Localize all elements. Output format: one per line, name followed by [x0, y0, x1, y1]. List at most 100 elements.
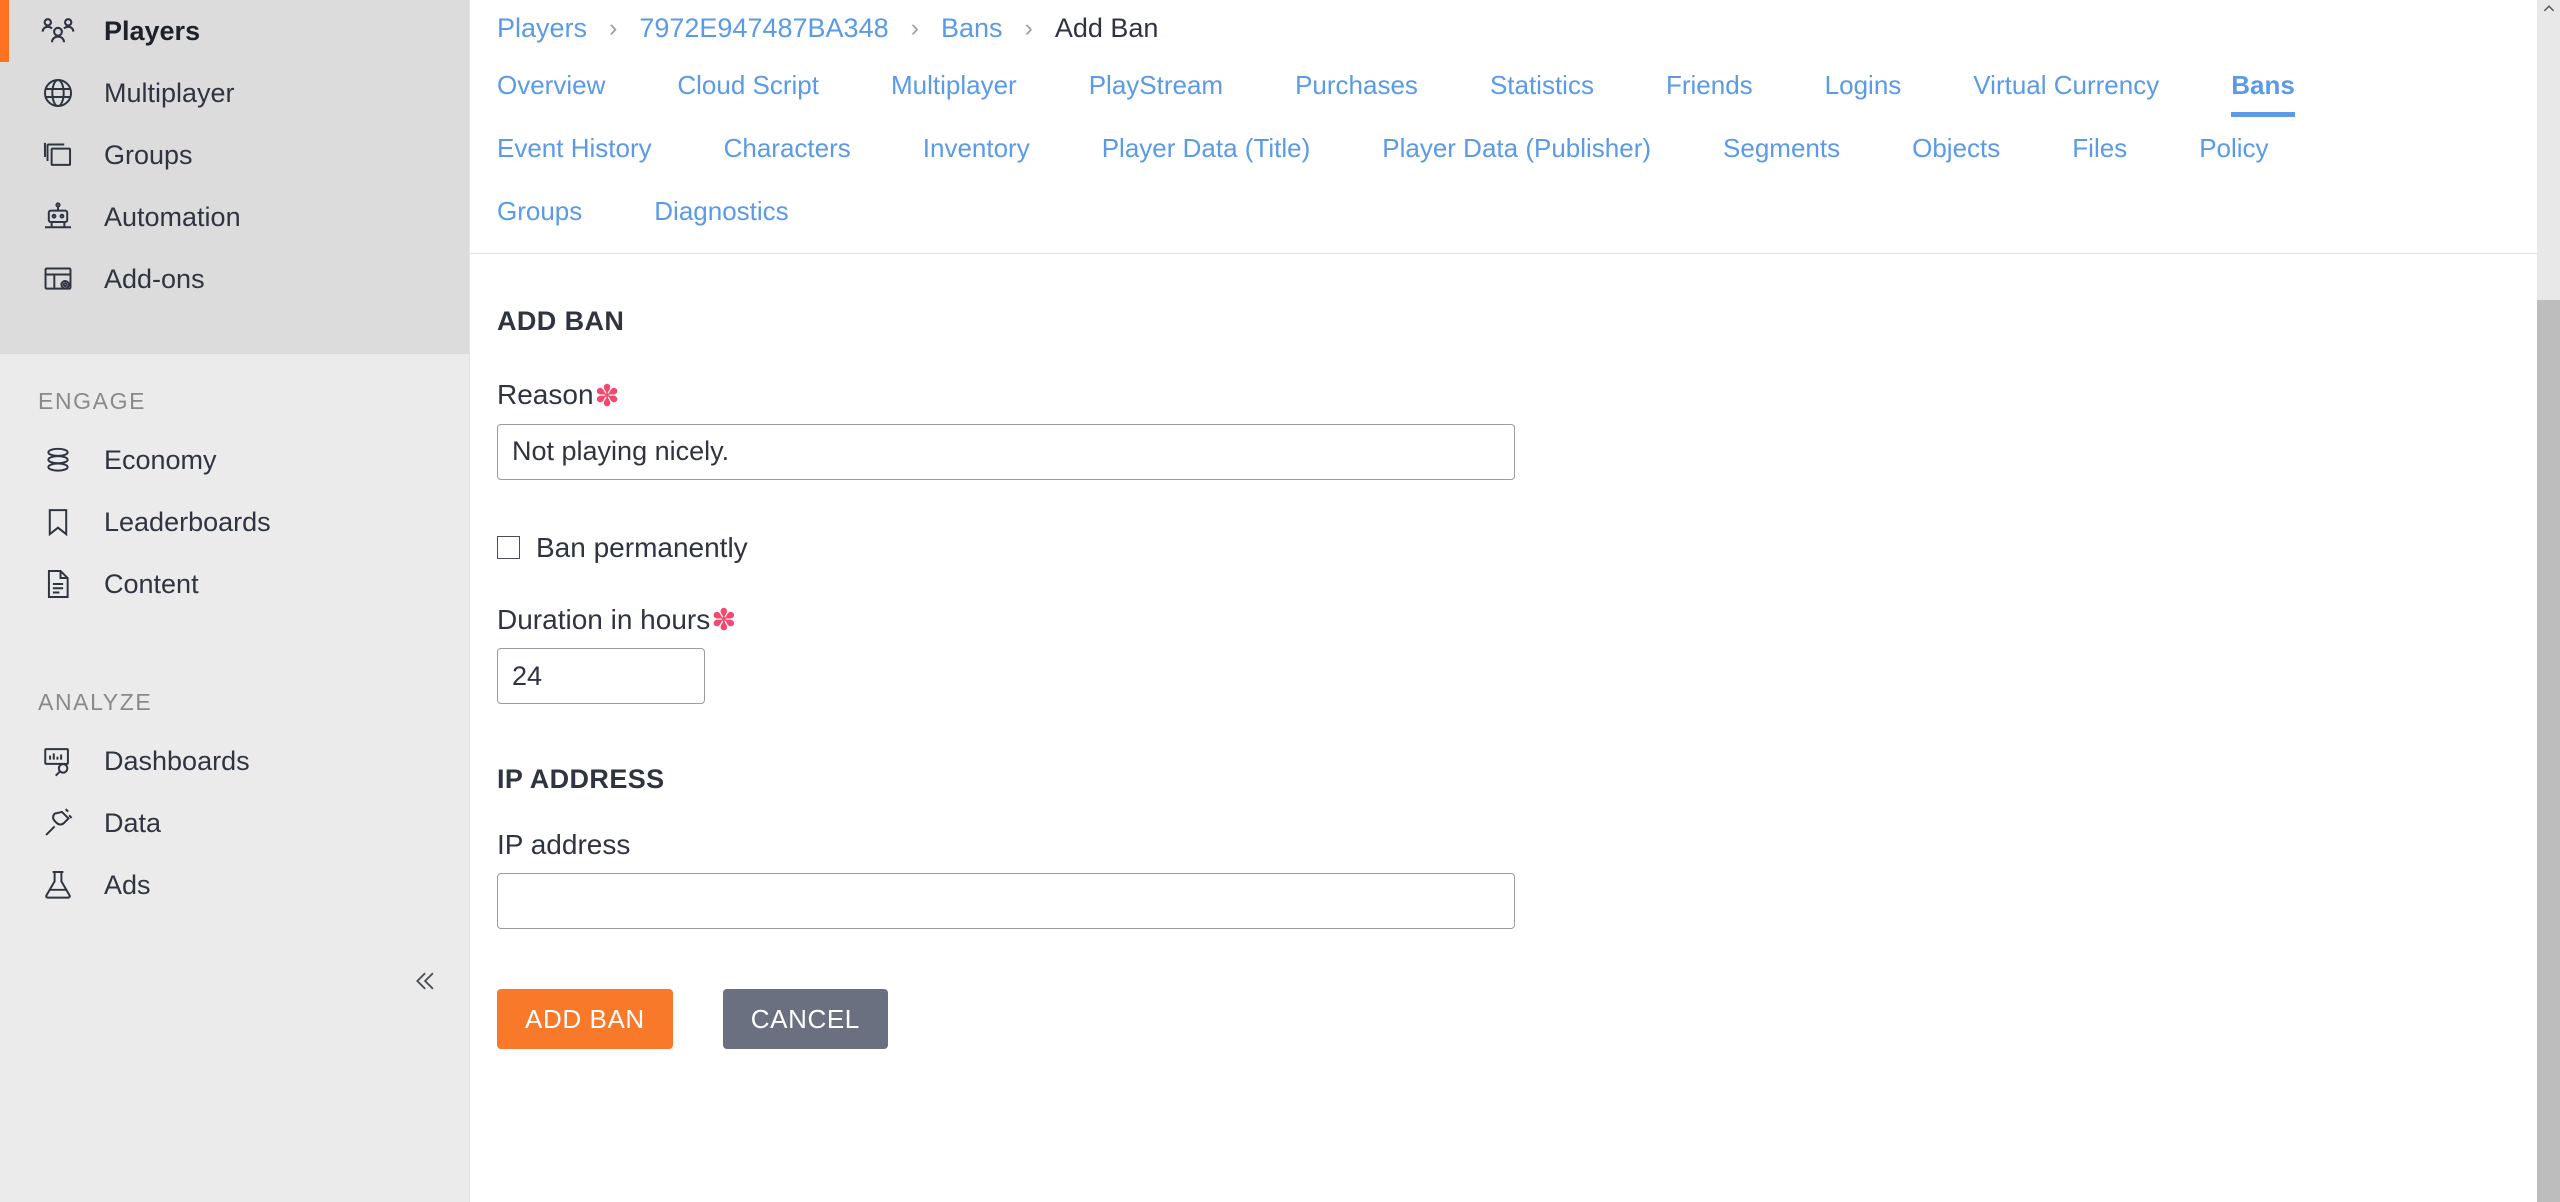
sidebar-item-dashboards[interactable]: Dashboards — [0, 730, 469, 792]
tab-player-data-title[interactable]: Player Data (Title) — [1102, 119, 1311, 182]
active-indicator — [0, 124, 9, 186]
sidebar-item-label: Multiplayer — [104, 77, 235, 108]
add-ban-button[interactable]: ADD BAN — [497, 989, 673, 1050]
ip-address-section-title: IP ADDRESS — [497, 764, 665, 795]
active-indicator — [0, 0, 9, 62]
active-indicator — [0, 792, 9, 854]
sidebar-item-content[interactable]: Content — [0, 553, 469, 615]
duration-input[interactable] — [497, 648, 705, 705]
ip-address-label: IP address — [497, 829, 631, 861]
duration-label: Duration in hours✽ — [497, 604, 736, 637]
breadcrumb-item-add-ban: Add Ban — [1054, 12, 1159, 43]
tab-bar: Overview Cloud Script Multiplayer PlaySt… — [470, 56, 2560, 254]
sidebar: Players Multiplayer Groups Automation Ad… — [0, 0, 470, 1202]
sidebar-group-engage: ENGAGE Economy Leaderboards Content — [0, 354, 469, 655]
sidebar-item-label: Ads — [104, 869, 151, 900]
form-actions: ADD BAN CANCEL — [497, 989, 2560, 1050]
tab-policy[interactable]: Policy — [2199, 119, 2268, 182]
tab-row-1: Overview Cloud Script Multiplayer PlaySt… — [470, 56, 2560, 119]
ban-permanently-row[interactable]: Ban permanently — [497, 532, 2560, 564]
scroll-up-button[interactable] — [2537, 0, 2560, 23]
main-content: Players › 7972E947487BA348 › Bans › Add … — [470, 0, 2560, 1202]
active-indicator — [0, 730, 9, 792]
tab-groups[interactable]: Groups — [497, 182, 582, 245]
active-indicator — [0, 248, 9, 310]
tab-segments[interactable]: Segments — [1723, 119, 1840, 182]
tab-multiplayer[interactable]: Multiplayer — [891, 56, 1017, 119]
required-marker: ✽ — [594, 379, 620, 413]
tab-player-data-publisher[interactable]: Player Data (Publisher) — [1382, 119, 1651, 182]
sidebar-item-label: Add-ons — [104, 263, 205, 294]
sidebar-item-multiplayer[interactable]: Multiplayer — [0, 62, 469, 124]
sidebar-group-build: Players Multiplayer Groups Automation Ad… — [0, 0, 469, 354]
required-marker: ✽ — [711, 604, 737, 638]
add-ban-form: ADD BAN Reason✽ Ban permanently Duration… — [470, 254, 2560, 1050]
tab-objects[interactable]: Objects — [1912, 119, 2000, 182]
chevron-up-icon — [2542, 2, 2556, 21]
reason-input[interactable] — [497, 423, 1515, 480]
active-indicator — [0, 491, 9, 553]
breadcrumb: Players › 7972E947487BA348 › Bans › Add … — [470, 0, 2560, 56]
sidebar-item-players[interactable]: Players — [0, 0, 469, 62]
sidebar-group-label-engage: ENGAGE — [38, 388, 147, 414]
breadcrumb-separator: › — [1024, 13, 1033, 42]
cancel-button[interactable]: CANCEL — [722, 989, 888, 1050]
players-icon — [38, 11, 78, 51]
sidebar-group-analyze: ANALYZE Dashboards Data Ads — [0, 655, 469, 916]
active-indicator — [0, 854, 9, 916]
tab-bans[interactable]: Bans — [2231, 56, 2295, 119]
ip-address-input[interactable] — [497, 873, 1515, 930]
scrollbar-thumb[interactable] — [2537, 300, 2560, 1202]
vertical-scrollbar[interactable] — [2537, 0, 2560, 1202]
coins-icon — [38, 440, 78, 480]
sidebar-item-label: Automation — [104, 201, 241, 232]
tab-logins[interactable]: Logins — [1825, 56, 1902, 119]
tab-files[interactable]: Files — [2072, 119, 2127, 182]
sidebar-group-label-analyze: ANALYZE — [38, 689, 153, 715]
breadcrumb-item-bans[interactable]: Bans — [941, 13, 1003, 44]
sidebar-item-label: Leaderboards — [104, 506, 271, 537]
layers-icon — [38, 135, 78, 175]
tab-inventory[interactable]: Inventory — [923, 119, 1030, 182]
dashboard-search-icon — [38, 741, 78, 781]
addons-icon — [38, 259, 78, 299]
sidebar-item-label: Data — [104, 807, 162, 838]
reason-label: Reason✽ — [497, 379, 620, 412]
tab-event-history[interactable]: Event History — [497, 119, 652, 182]
ban-permanently-label: Ban permanently — [536, 531, 748, 563]
breadcrumb-item-player-id[interactable]: 7972E947487BA348 — [639, 13, 888, 44]
sidebar-item-leaderboards[interactable]: Leaderboards — [0, 491, 469, 553]
plug-icon — [38, 803, 78, 843]
breadcrumb-separator: › — [609, 13, 618, 42]
sidebar-item-label: Players — [104, 15, 201, 46]
robot-icon — [38, 197, 78, 237]
breadcrumb-separator: › — [910, 13, 919, 42]
tab-cloud-script[interactable]: Cloud Script — [677, 56, 819, 119]
sidebar-item-groups[interactable]: Groups — [0, 124, 469, 186]
breadcrumb-item-players[interactable]: Players — [497, 13, 587, 44]
active-indicator — [0, 62, 9, 124]
sidebar-item-automation[interactable]: Automation — [0, 186, 469, 248]
tab-statistics[interactable]: Statistics — [1490, 56, 1594, 119]
sidebar-item-data[interactable]: Data — [0, 792, 469, 854]
sidebar-item-economy[interactable]: Economy — [0, 429, 469, 491]
active-indicator — [0, 553, 9, 615]
tab-purchases[interactable]: Purchases — [1295, 56, 1418, 119]
active-indicator — [0, 429, 9, 491]
tab-diagnostics[interactable]: Diagnostics — [654, 182, 788, 245]
tab-playstream[interactable]: PlayStream — [1089, 56, 1223, 119]
tab-virtual-currency[interactable]: Virtual Currency — [1973, 56, 2159, 119]
duration-label-text: Duration in hours — [497, 603, 711, 635]
globe-icon — [38, 73, 78, 113]
tab-row-3: Groups Diagnostics — [470, 182, 2560, 245]
reason-label-text: Reason — [497, 379, 594, 410]
sidebar-item-label: Economy — [104, 444, 217, 475]
tab-row-2: Event History Characters Inventory Playe… — [470, 119, 2560, 182]
tab-characters[interactable]: Characters — [724, 119, 851, 182]
sidebar-item-add-ons[interactable]: Add-ons — [0, 248, 469, 310]
ban-permanently-checkbox[interactable] — [497, 536, 520, 560]
sidebar-item-ads[interactable]: Ads — [0, 854, 469, 916]
tab-overview[interactable]: Overview — [497, 56, 605, 119]
tab-friends[interactable]: Friends — [1666, 56, 1753, 119]
sidebar-collapse-button[interactable] — [400, 960, 446, 1006]
